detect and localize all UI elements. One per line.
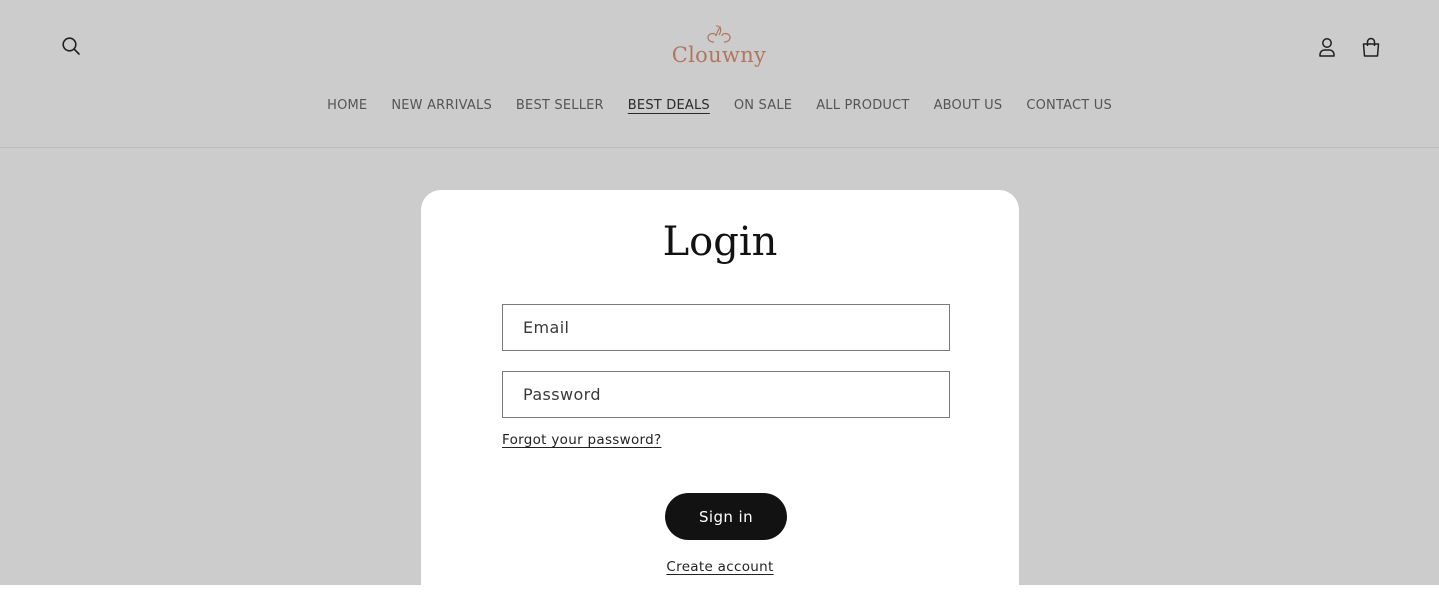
- password-input[interactable]: [503, 372, 949, 417]
- brand-name: Clouwny: [671, 43, 767, 67]
- create-account-row: Create account: [421, 558, 1019, 576]
- forgot-password-link[interactable]: Forgot your password?: [502, 431, 661, 449]
- cart-button[interactable]: [1357, 33, 1385, 61]
- site-header: Clouwny HOME NEW ARRIVALS BEST SELLER BE…: [0, 0, 1439, 148]
- nav-item-home[interactable]: HOME: [327, 96, 367, 116]
- nav-item-on-sale[interactable]: ON SALE: [734, 96, 792, 116]
- main-nav: HOME NEW ARRIVALS BEST SELLER BEST DEALS…: [0, 96, 1439, 116]
- brand-logo[interactable]: Clouwny: [668, 24, 770, 70]
- nav-item-best-deals[interactable]: BEST DEALS: [628, 96, 710, 116]
- email-input[interactable]: [503, 305, 949, 350]
- sign-in-button[interactable]: Sign in: [665, 493, 787, 540]
- search-icon: [62, 37, 80, 55]
- nav-item-contact-us[interactable]: CONTACT US: [1026, 96, 1112, 116]
- user-icon: [1319, 38, 1335, 57]
- password-field[interactable]: [502, 371, 950, 418]
- nav-item-best-seller[interactable]: BEST SELLER: [516, 96, 604, 116]
- create-account-link[interactable]: Create account: [666, 559, 773, 575]
- nav-item-about-us[interactable]: ABOUT US: [934, 96, 1003, 116]
- page-title: Login: [662, 219, 778, 265]
- page: Clouwny HOME NEW ARRIVALS BEST SELLER BE…: [0, 0, 1439, 585]
- nav-item-new-arrivals[interactable]: NEW ARRIVALS: [391, 96, 492, 116]
- nav-item-all-product[interactable]: ALL PRODUCT: [816, 96, 909, 116]
- logo-mark-icon: [707, 25, 731, 43]
- account-button[interactable]: [1313, 33, 1341, 61]
- email-field[interactable]: [502, 304, 950, 351]
- shopping-bag-icon: [1362, 37, 1380, 57]
- search-button[interactable]: [57, 32, 85, 60]
